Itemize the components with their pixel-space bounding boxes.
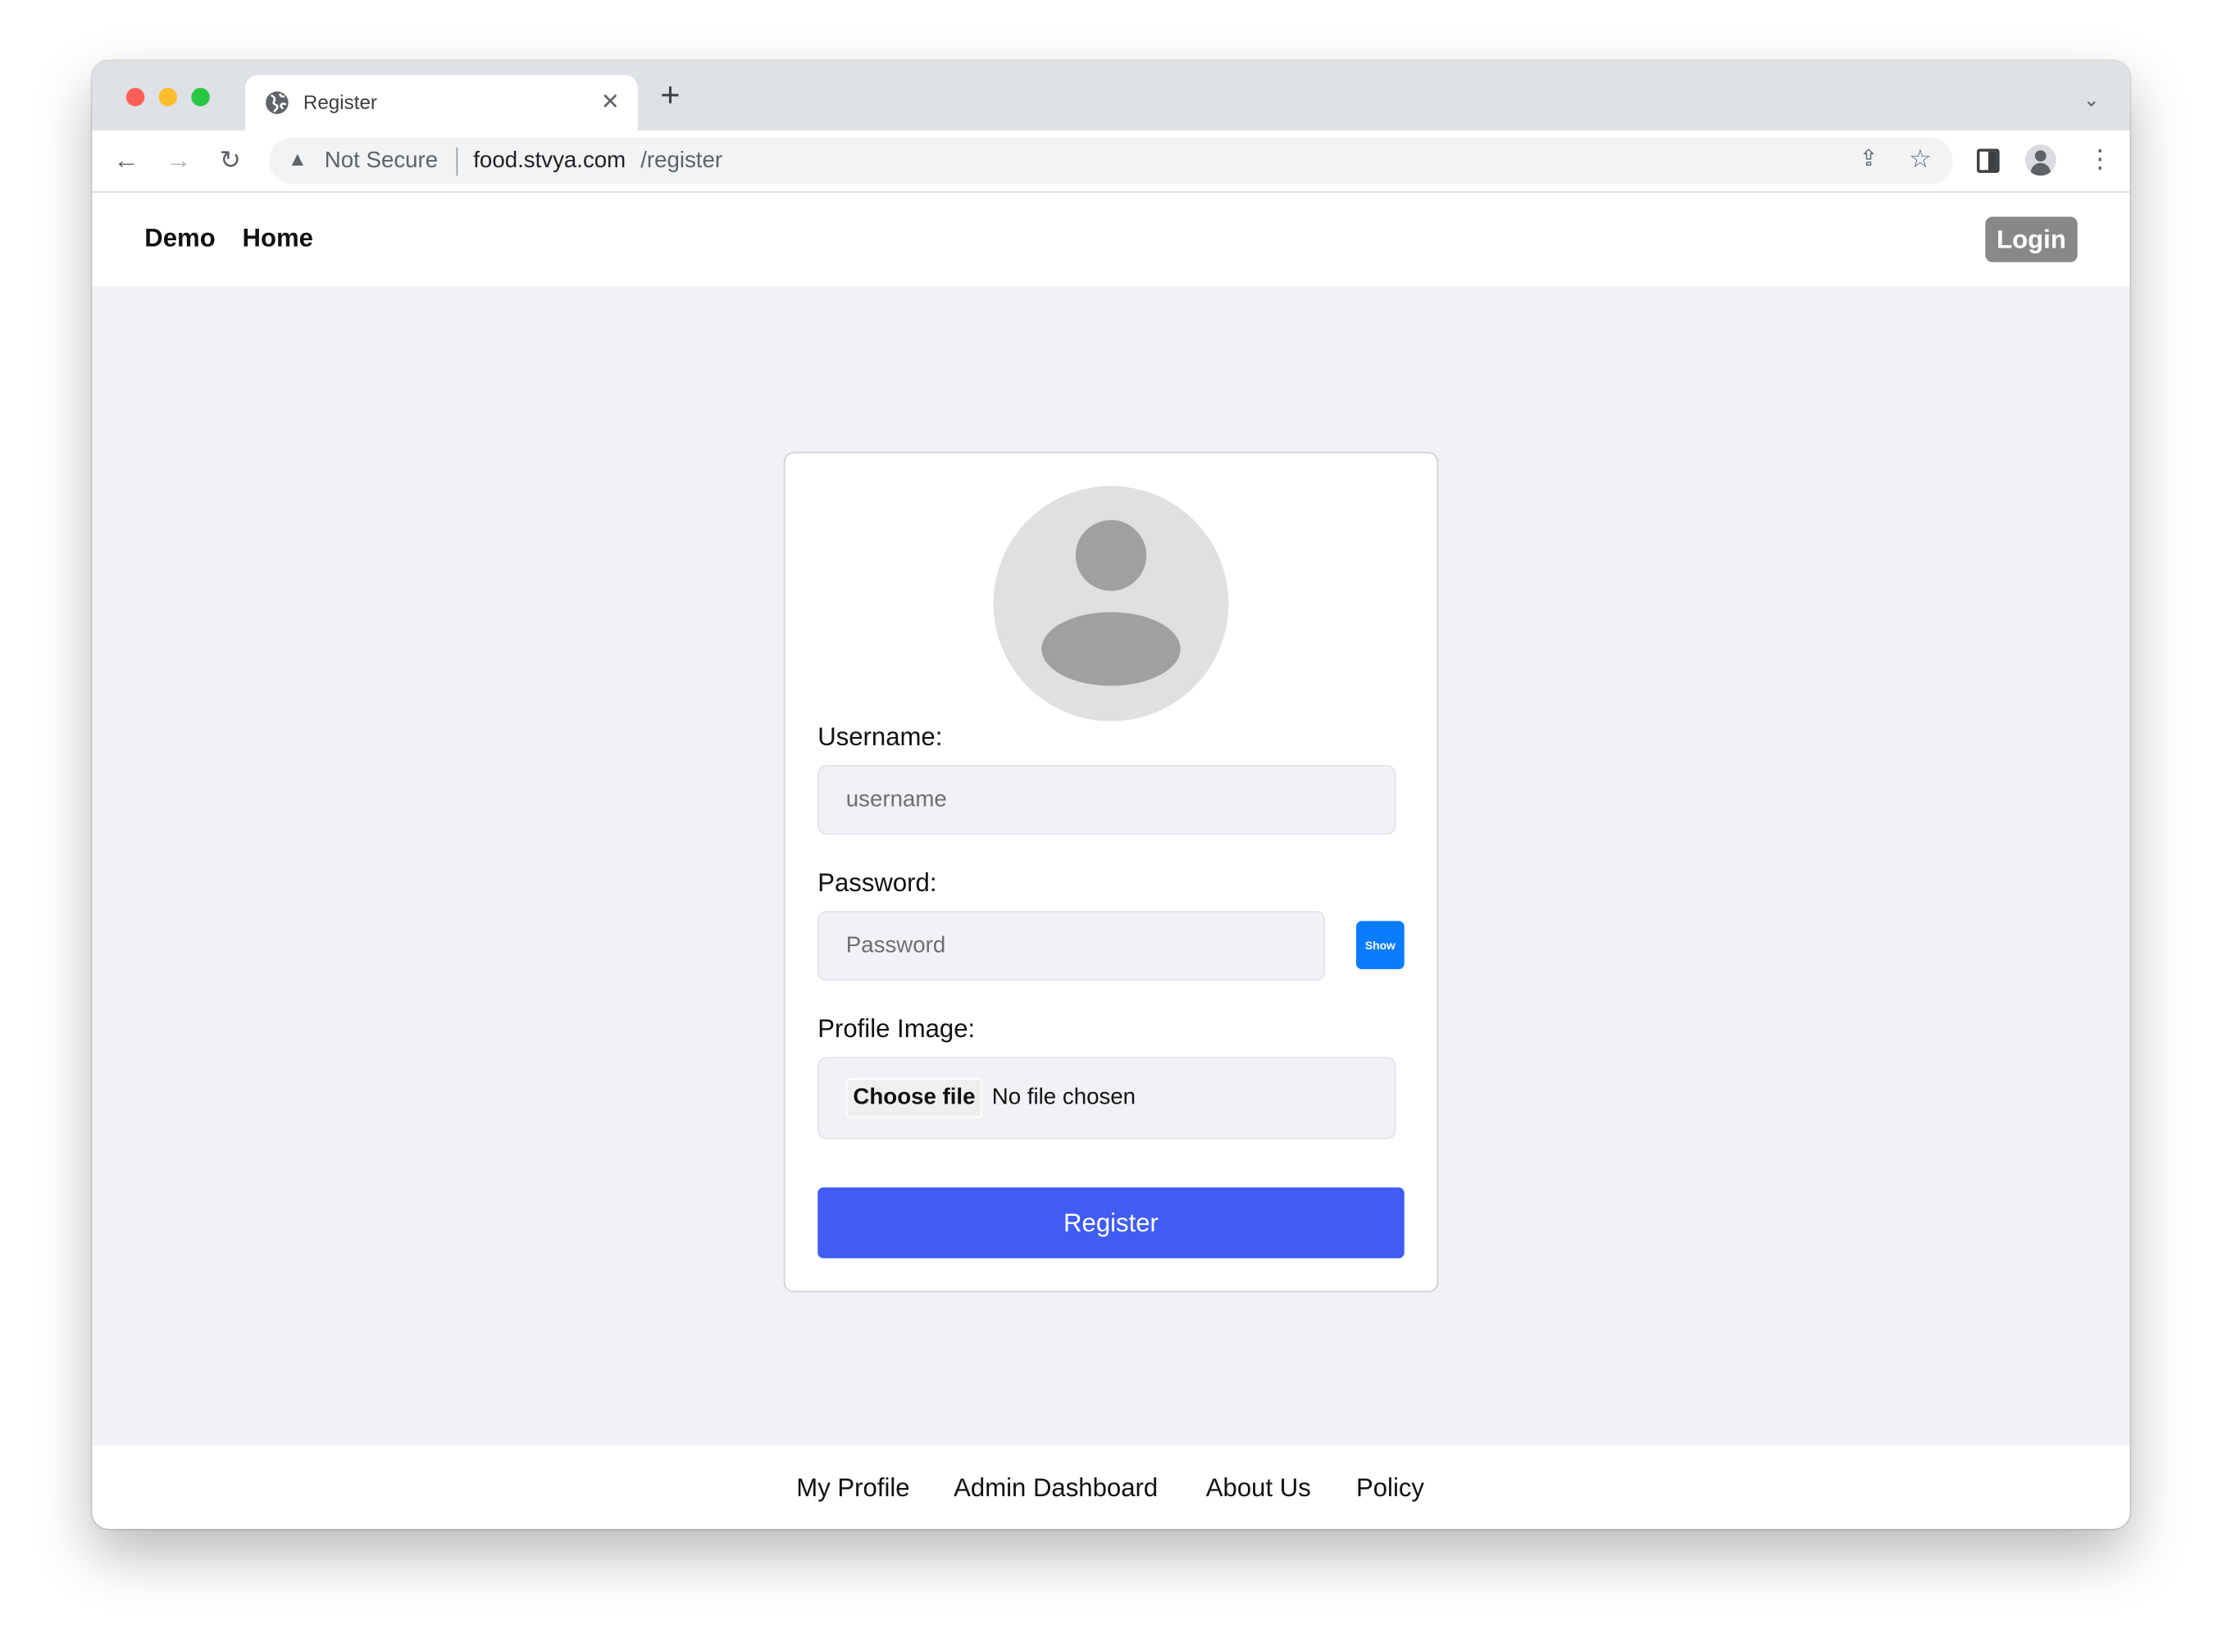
more-icon[interactable]: ⋮ xyxy=(2088,144,2113,173)
close-icon[interactable]: ✕ xyxy=(601,89,620,118)
profile-image-input[interactable]: Choose file No file chosen xyxy=(817,1057,1396,1140)
password-label: Password: xyxy=(817,868,937,898)
file-status: No file chosen xyxy=(991,1085,1136,1110)
url-path: /register xyxy=(640,148,723,173)
minimize-window-button[interactable] xyxy=(158,88,178,107)
site-navbar: Demo Home Login xyxy=(92,193,2130,287)
close-window-button[interactable] xyxy=(125,88,145,107)
plus-icon[interactable]: + xyxy=(660,79,680,112)
forward-icon[interactable]: → xyxy=(166,146,191,175)
security-label: Not Secure xyxy=(324,148,439,173)
reload-icon[interactable]: ↻ xyxy=(220,146,241,175)
username-label: Username: xyxy=(817,722,943,751)
warning-icon: ▲ xyxy=(287,147,307,171)
toolbar: ← → ↻ ▲ Not Secure food.stvya.com /regis… xyxy=(92,130,2130,193)
tab-register[interactable]: Register ✕ xyxy=(244,75,638,131)
avatar-placeholder[interactable] xyxy=(993,485,1229,721)
choose-file-button[interactable]: Choose file xyxy=(845,1078,983,1118)
browser-window: Register ✕ + ⌄ ← → ↻ ▲ Not Secure food.s… xyxy=(92,61,2130,1529)
footer: My Profile Admin Dashboard About Us Poli… xyxy=(92,1445,2130,1529)
username-input[interactable] xyxy=(817,765,1396,835)
share-icon[interactable]: ⇪ xyxy=(1860,146,1878,175)
brand-link[interactable]: Demo xyxy=(144,224,215,253)
maximize-window-button[interactable] xyxy=(191,88,210,107)
footer-link-my-profile[interactable]: My Profile xyxy=(796,1473,909,1503)
register-button[interactable]: Register xyxy=(817,1187,1405,1258)
url-domain: food.stvya.com xyxy=(473,148,626,173)
tab-bar: Register ✕ + ⌄ xyxy=(92,61,2130,131)
footer-link-policy[interactable]: Policy xyxy=(1356,1473,1424,1503)
star-icon[interactable]: ☆ xyxy=(1909,144,1932,173)
register-card: Username: Password: Show Profile Image: … xyxy=(783,452,1439,1293)
address-bar[interactable]: ▲ Not Secure food.stvya.com /register ⇪ … xyxy=(269,137,1953,184)
chevron-down-icon[interactable]: ⌄ xyxy=(2083,85,2100,114)
footer-link-admin-dashboard[interactable]: Admin Dashboard xyxy=(954,1473,1158,1503)
show-password-button[interactable]: Show xyxy=(1355,921,1405,970)
divider xyxy=(456,147,458,176)
login-button[interactable]: Login xyxy=(1985,216,2078,262)
tab-title: Register xyxy=(303,90,377,114)
avatar-body xyxy=(1041,612,1181,686)
home-link[interactable]: Home xyxy=(243,224,313,253)
profile-icon[interactable] xyxy=(2024,144,2056,176)
footer-link-about-us[interactable]: About Us xyxy=(1206,1473,1311,1503)
globe-icon xyxy=(266,91,289,115)
avatar-head xyxy=(1075,520,1147,591)
password-input[interactable] xyxy=(817,911,1325,981)
sidebar-icon[interactable] xyxy=(1976,148,2000,173)
back-icon[interactable]: ← xyxy=(113,146,139,175)
profile-image-label: Profile Image: xyxy=(817,1014,976,1044)
